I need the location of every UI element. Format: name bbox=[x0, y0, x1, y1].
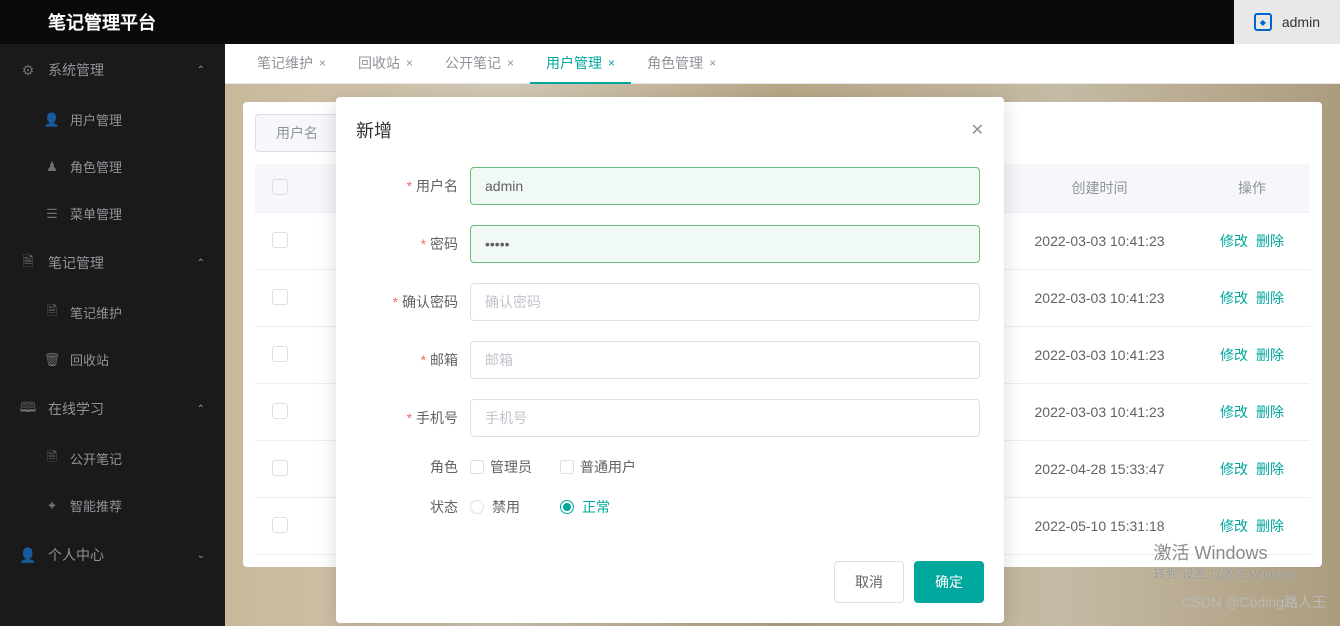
checkbox-label: 普通用户 bbox=[580, 457, 636, 477]
cancel-button[interactable]: 取消 bbox=[834, 561, 904, 603]
confirm-button[interactable]: 确定 bbox=[914, 561, 984, 603]
password-label: 密码 bbox=[360, 234, 470, 254]
confirm-password-input[interactable] bbox=[470, 283, 980, 321]
modal-body: 用户名 密码 确认密码 邮箱 手机号 角色 管理员 bbox=[336, 153, 1004, 551]
role-normal-checkbox[interactable]: 普通用户 bbox=[560, 457, 636, 477]
checkbox-label: 管理员 bbox=[490, 457, 532, 477]
status-normal-radio[interactable]: 正常 bbox=[560, 497, 610, 517]
radio-icon bbox=[560, 500, 574, 514]
username-input[interactable] bbox=[470, 167, 980, 205]
confirm-label: 确认密码 bbox=[360, 292, 470, 312]
password-input[interactable] bbox=[470, 225, 980, 263]
close-icon[interactable]: ✕ bbox=[971, 120, 984, 140]
modal-header: 新增 ✕ bbox=[336, 97, 1004, 153]
modal-overlay: 新增 ✕ 用户名 密码 确认密码 邮箱 手机号 bbox=[0, 0, 1340, 626]
phone-label: 手机号 bbox=[360, 408, 470, 428]
add-user-modal: 新增 ✕ 用户名 密码 确认密码 邮箱 手机号 bbox=[336, 97, 1004, 623]
role-label: 角色 bbox=[360, 457, 470, 477]
status-disabled-radio[interactable]: 禁用 bbox=[470, 497, 520, 517]
checkbox-icon bbox=[560, 460, 574, 474]
email-label: 邮箱 bbox=[360, 350, 470, 370]
checkbox-icon bbox=[470, 460, 484, 474]
status-label: 状态 bbox=[360, 497, 470, 517]
radio-icon bbox=[470, 500, 484, 514]
radio-label: 禁用 bbox=[492, 497, 520, 517]
username-label: 用户名 bbox=[360, 176, 470, 196]
modal-title: 新增 bbox=[356, 117, 392, 143]
radio-label: 正常 bbox=[582, 497, 610, 517]
phone-input[interactable] bbox=[470, 399, 980, 437]
role-admin-checkbox[interactable]: 管理员 bbox=[470, 457, 532, 477]
modal-footer: 取消 确定 bbox=[336, 551, 1004, 623]
email-input[interactable] bbox=[470, 341, 980, 379]
